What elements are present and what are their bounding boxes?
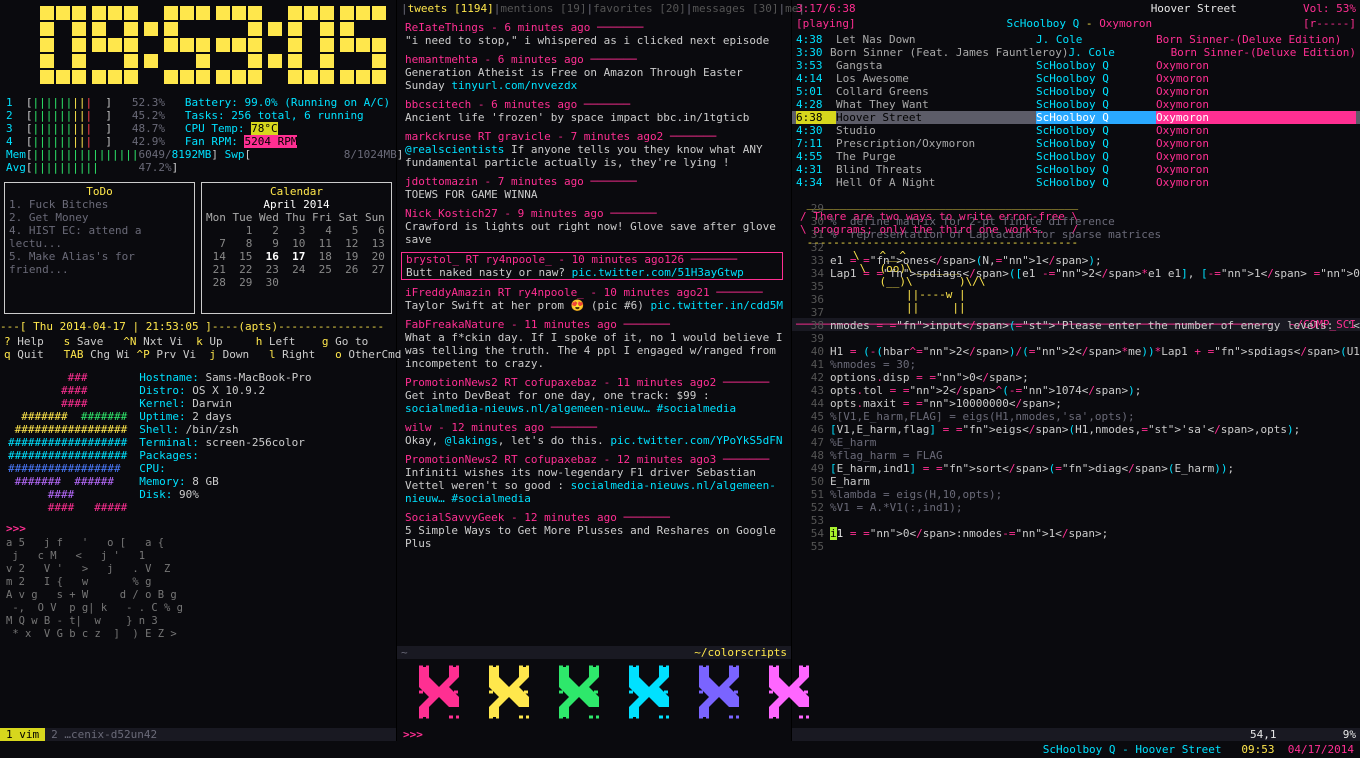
tmux-tabs[interactable]: 1 vim2 …cenix-d52un42 <box>0 728 396 741</box>
tmux-tab[interactable]: 1 vim <box>0 728 45 741</box>
prompt[interactable]: >>> <box>0 518 396 535</box>
x-glyph <box>695 663 743 724</box>
colorscript-output <box>397 659 791 724</box>
tab[interactable]: tweets [1194] <box>408 2 494 15</box>
htop-panel: 1 [||||||||| ] 52.3% Battery: 99.0% (Run… <box>0 94 396 178</box>
tab[interactable]: favorites [20] <box>593 2 686 15</box>
tweet[interactable]: iFreddyAmazin RT ry4npoole_ - 10 minutes… <box>405 286 787 312</box>
tweet[interactable]: PromotionNews2 RT cofupaxebaz - 12 minut… <box>405 453 787 505</box>
tmux-status: ScHoolboy Q - Hoover Street 09:53 04/17/… <box>0 741 1360 758</box>
code-editor[interactable]: 2930% define matrix for 2-pt finite diff… <box>792 200 1360 728</box>
tweet[interactable]: wilw - 12 minutes ago ───────Okay, @laki… <box>405 421 787 447</box>
tmux-tab[interactable]: 2 …cenix-d52un42 <box>45 728 163 741</box>
tweet[interactable]: brystol_ RT ry4npoole_ - 10 minutes ago1… <box>401 252 783 280</box>
x-glyph <box>415 663 463 724</box>
track-row[interactable]: 4:31Blind ThreatsScHoolboy QOxymoron <box>792 163 1360 176</box>
track-row[interactable]: 4:30StudioScHoolboy QOxymoron <box>792 124 1360 137</box>
tweet[interactable]: Nick_Kostich27 - 9 minutes ago ───────Cr… <box>405 207 787 246</box>
ascii-art: ### #### #### ####### ####### ##########… <box>8 371 127 514</box>
track-row[interactable]: 4:38Let Nas DownJ. ColeBorn Sinner-(Delu… <box>792 33 1360 46</box>
tweet-tabs[interactable]: |tweets [1194]|mentions [19]|favorites [… <box>397 0 791 19</box>
track-row[interactable]: 4:55The PurgeScHoolboy QOxymoron <box>792 150 1360 163</box>
todo-item: 5. Make Alias's for friend... <box>9 250 190 276</box>
todo-title: ToDo <box>9 185 190 198</box>
track-row[interactable]: 6:38Hoover StreetScHoolboy QOxymoron <box>792 111 1360 124</box>
track-row[interactable]: 3:53GangstaScHoolboy QOxymoron <box>792 59 1360 72</box>
tweet[interactable]: jdottomazin - 7 minutes ago ───────TOEWS… <box>405 175 787 201</box>
x-glyph <box>485 663 533 724</box>
player-header: 3:17/6:38 Hoover Street Vol: 53% <box>792 0 1360 17</box>
system-info: Hostname: Sams-MacBook-Pro Distro: OS X … <box>139 371 311 514</box>
track-row[interactable]: 3:30Born Sinner (Feat. James Fauntleroy)… <box>792 46 1360 59</box>
calendar-panel: Calendar April 2014Mon Tue Wed Thu Fri S… <box>201 182 392 314</box>
todo-panel: ToDo 1. Fuck Bitches2. Get Money4. HIST … <box>4 182 195 314</box>
track-row[interactable]: 4:14Los AwesomeScHoolboy QOxymoron <box>792 72 1360 85</box>
todo-item: 1. Fuck Bitches <box>9 198 190 211</box>
tweet[interactable]: FabFreakaNature - 11 minutes ago ───────… <box>405 318 787 370</box>
track-row[interactable]: 5:01Collard GreensScHoolboy QOxymoron <box>792 85 1360 98</box>
player-subheader: [playing] ScHoolboy Q - Oxymoron [r-----… <box>792 17 1360 33</box>
prompt-2[interactable]: >>> <box>397 724 791 741</box>
todo-item: 4. HIST EC: attend a lectu... <box>9 224 190 250</box>
editor-status: 54,1 9% <box>792 728 1360 741</box>
calendar-title: Calendar <box>206 185 387 198</box>
track-row[interactable]: 7:11Prescription/OxymoronScHoolboy QOxym… <box>792 137 1360 150</box>
x-glyph <box>555 663 603 724</box>
colorscripts-status: ~ ~/colorscripts <box>397 646 791 659</box>
tweet[interactable]: markckruse RT gravicle - 7 minutes ago2 … <box>405 130 787 169</box>
tweet-list[interactable]: ReIateThings - 6 minutes ago ───────"i n… <box>397 19 791 646</box>
tweet[interactable]: ReIateThings - 6 minutes ago ───────"i n… <box>405 21 787 47</box>
tweet[interactable]: SocialSavvyGeek - 12 minutes ago ───────… <box>405 511 787 550</box>
tab[interactable]: messages [30] <box>692 2 778 15</box>
keymap-grid: a 5 j f ' o [ a { j c M < j ' 1 v 2 V ' … <box>0 535 396 643</box>
tweet[interactable]: bbcscitech - 6 minutes ago ───────Ancien… <box>405 98 787 124</box>
track-row[interactable]: 4:28What They WantScHoolboy QOxymoron <box>792 98 1360 111</box>
tweet[interactable]: PromotionNews2 RT cofupaxebaz - 11 minut… <box>405 376 787 415</box>
big-clock <box>0 0 396 94</box>
todo-item: 2. Get Money <box>9 211 190 224</box>
track-row[interactable]: 4:34Hell Of A NightScHoolboy QOxymoron <box>792 176 1360 189</box>
tweet[interactable]: hemantmehta - 6 minutes ago ───────Gener… <box>405 53 787 92</box>
key-help: ? Help s Save ^N Nxt Vi k Up h Left g Go… <box>0 333 396 363</box>
apts-bar: ---[ Thu 2014-04-17 | 21:53:05 ]----(apt… <box>0 320 396 333</box>
tab[interactable]: mentions [19] <box>500 2 586 15</box>
track-list[interactable]: 4:38Let Nas DownJ. ColeBorn Sinner-(Delu… <box>792 33 1360 193</box>
x-glyph <box>625 663 673 724</box>
